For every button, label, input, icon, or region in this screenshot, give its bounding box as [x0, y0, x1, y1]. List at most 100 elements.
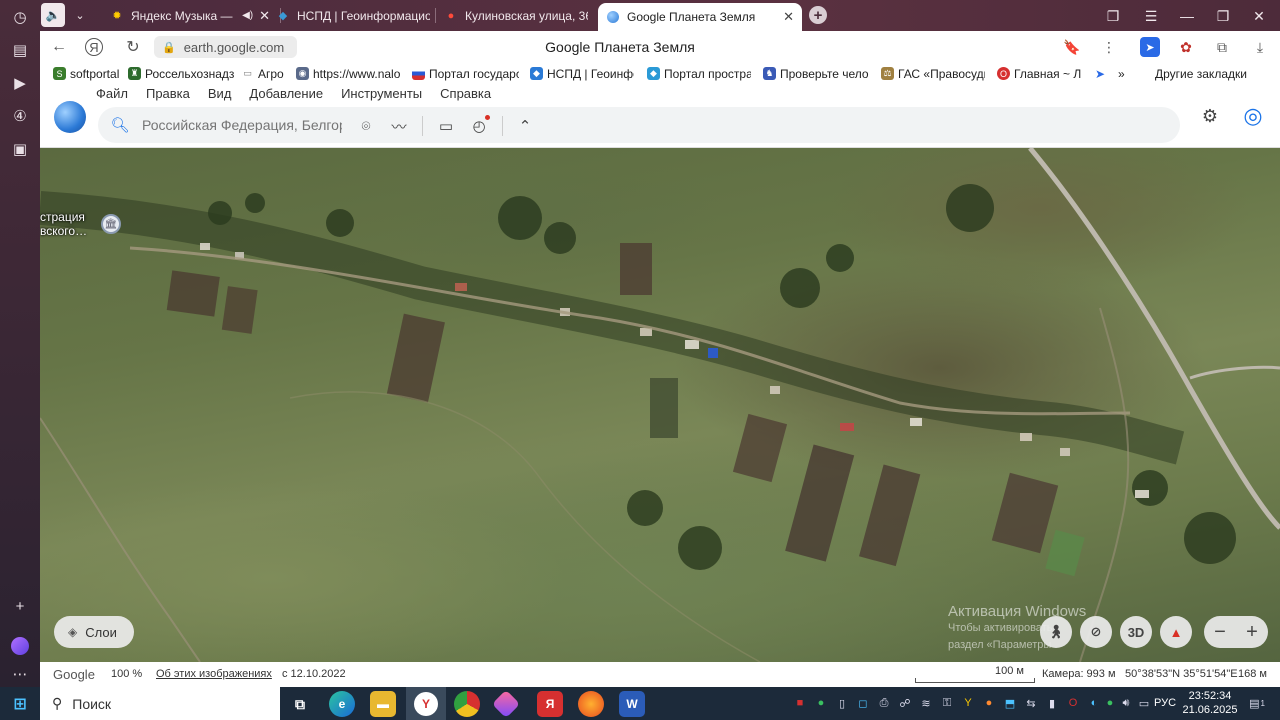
tray-app-icon[interactable]: ●: [813, 695, 829, 711]
task-view-icon[interactable]: ⧉: [287, 691, 313, 717]
back-icon[interactable]: ←: [48, 36, 70, 58]
tray-app-icon[interactable]: ◐: [1086, 695, 1102, 711]
extension-icon[interactable]: ✿: [1176, 37, 1196, 57]
extension-icon[interactable]: ➤: [1140, 37, 1160, 57]
settings-icon[interactable]: ⚙: [1197, 103, 1223, 129]
menu-view[interactable]: Вид: [208, 86, 232, 101]
close-window-icon[interactable]: ✕: [1248, 5, 1270, 27]
menu-help[interactable]: Справка: [440, 86, 491, 101]
layers-button[interactable]: ◈ Слои: [54, 616, 134, 648]
path-icon[interactable]: 〰: [388, 115, 410, 137]
bookmark-icon[interactable]: 🔖: [1062, 37, 1082, 57]
tray-app-icon[interactable]: O: [1065, 695, 1081, 711]
more-options-icon[interactable]: ⋮: [1099, 37, 1119, 57]
tray-app-icon[interactable]: ●: [981, 695, 997, 711]
url-field[interactable]: 🔒 earth.google.com: [154, 36, 297, 58]
history-icon[interactable]: ◷: [8, 5, 32, 29]
toggle-3d-off-icon[interactable]: ⊘: [1080, 616, 1112, 648]
restore-icon[interactable]: ❐: [1212, 5, 1234, 27]
search-icon[interactable]: 🔍︎: [110, 115, 130, 135]
bookmark-item[interactable]: ◉ https://www.nalo: [296, 65, 400, 82]
chrome-icon[interactable]: [454, 691, 480, 717]
menu-file[interactable]: Файл: [96, 86, 128, 101]
bookmark-item[interactable]: ◆ Портал простран: [647, 65, 751, 82]
bookmark-item[interactable]: ♞ Проверьте челов: [763, 65, 869, 82]
account-icon[interactable]: ◎: [1240, 103, 1266, 129]
add-panel-icon[interactable]: +: [8, 594, 32, 618]
tab-kulinovskaya[interactable]: ● Кулиновская улица, 36 —: [436, 3, 596, 28]
compass-icon[interactable]: ▲: [1160, 616, 1192, 648]
tab-yandex-music[interactable]: ✹ Яндекс Музыка — с ◀) ✕: [102, 3, 278, 28]
yandex-icon[interactable]: Я: [85, 38, 103, 56]
tray-app-icon[interactable]: ⇆: [1023, 695, 1039, 711]
3d-button[interactable]: 3D: [1120, 616, 1152, 648]
tab-nspd[interactable]: ◆ НСПД | Геоинформацион: [268, 3, 438, 28]
bookmark-item[interactable]: ▭ Агро: [241, 65, 291, 82]
video-icon[interactable]: ▶: [8, 71, 32, 95]
tray-app-icon[interactable]: ▯: [834, 695, 850, 711]
government-building-icon[interactable]: 🏛: [101, 214, 121, 234]
yandex-browser-taskbar[interactable]: Y: [406, 687, 446, 720]
notifications-icon[interactable]: ▤ 1: [1246, 695, 1268, 711]
bookmark-item[interactable]: Ssoftportal: [53, 65, 125, 82]
windows-start-icon[interactable]: ⊞: [7, 691, 33, 717]
pegman-icon[interactable]: 🚶︎: [1040, 616, 1072, 648]
tab-google-earth[interactable]: Google Планета Земля ✕: [598, 3, 802, 31]
edge-icon[interactable]: e: [329, 691, 355, 717]
audio-playing-icon[interactable]: ◀): [236, 10, 253, 21]
tray-app-icon[interactable]: ▮: [1044, 695, 1060, 711]
alice-assistant-icon[interactable]: [8, 634, 32, 658]
history-imagery-icon[interactable]: ◴: [468, 115, 490, 137]
tray-app-icon[interactable]: ☍: [897, 695, 913, 711]
map-view[interactable]: страция вского… 🏛 Активация Windows Чтоб…: [40, 148, 1280, 662]
bookmark-item[interactable]: ⚖ГАС «Правосудие: [881, 65, 985, 82]
tray-app-icon[interactable]: ●: [1102, 695, 1118, 711]
extensions-icon[interactable]: ⧉: [1212, 37, 1232, 57]
tray-app-icon[interactable]: ■: [792, 695, 808, 711]
menu-tools[interactable]: Инструменты: [341, 86, 422, 101]
other-bookmarks[interactable]: Другие закладки⌄: [1155, 65, 1255, 82]
sound-icon[interactable]: 🔈: [41, 3, 65, 27]
menu-add[interactable]: Добавление: [249, 86, 323, 101]
tray-app-icon[interactable]: Y: [960, 695, 976, 711]
bookmark-item[interactable]: ◆НСПД | Геоинфор: [530, 65, 634, 82]
clock[interactable]: 23:52:34 21.06.2025: [1182, 689, 1238, 717]
file-explorer-icon[interactable]: ▬: [370, 691, 396, 717]
bookmark-item[interactable]: ➤: [1095, 65, 1109, 82]
taskbar-search[interactable]: ⚲ Поиск: [40, 687, 280, 720]
browser-menu-icon[interactable]: ☰: [1140, 5, 1162, 27]
word-icon[interactable]: W: [619, 691, 645, 717]
google-earth-logo[interactable]: [54, 101, 86, 133]
tabs-dropdown-icon[interactable]: ⌄: [68, 3, 92, 27]
reload-icon[interactable]: ↻: [122, 36, 144, 58]
tab-counter-icon[interactable]: ④: [8, 104, 32, 128]
tray-app-icon[interactable]: ≋: [918, 695, 934, 711]
search-input[interactable]: [142, 114, 342, 136]
tray-app-icon[interactable]: ⚿: [939, 695, 955, 711]
new-tab-button[interactable]: +: [809, 6, 827, 24]
tray-app-icon[interactable]: ⎙: [876, 695, 892, 711]
chevron-up-icon[interactable]: ⌃: [514, 115, 536, 137]
zoom-out-button[interactable]: −: [1204, 616, 1236, 648]
tray-app-icon[interactable]: ⬒: [1002, 695, 1018, 711]
zoom-in-button[interactable]: +: [1236, 616, 1268, 648]
downloads-icon[interactable]: ⤓: [1250, 37, 1270, 57]
bookmark-item[interactable]: ♜ Россельхознадзо: [128, 65, 234, 82]
ruler-icon[interactable]: ▭: [435, 115, 457, 137]
language-indicator[interactable]: РУС: [1154, 697, 1176, 709]
network-icon[interactable]: ▭: [1136, 695, 1152, 711]
volume-icon[interactable]: 🔊︎: [1118, 695, 1134, 711]
about-images-link[interactable]: Об этих изображениях: [156, 668, 272, 680]
bookmark-item[interactable]: Портал государст: [412, 65, 519, 82]
poi-label[interactable]: страция вского…: [40, 210, 87, 238]
app-icon[interactable]: [491, 689, 521, 719]
yandex-icon[interactable]: Я: [537, 691, 563, 717]
tab-manager-icon[interactable]: ❐: [1102, 5, 1124, 27]
collections-icon[interactable]: ▤: [8, 38, 32, 62]
more-bookmarks-icon[interactable]: »: [1118, 65, 1132, 82]
more-icon[interactable]: ⋯: [8, 662, 32, 686]
menu-edit[interactable]: Правка: [146, 86, 190, 101]
placemark-icon[interactable]: ⌾: [355, 115, 377, 137]
screenshot-icon[interactable]: ▣: [8, 137, 32, 161]
bookmark-item[interactable]: OГлавная ~ Лич: [997, 65, 1081, 82]
